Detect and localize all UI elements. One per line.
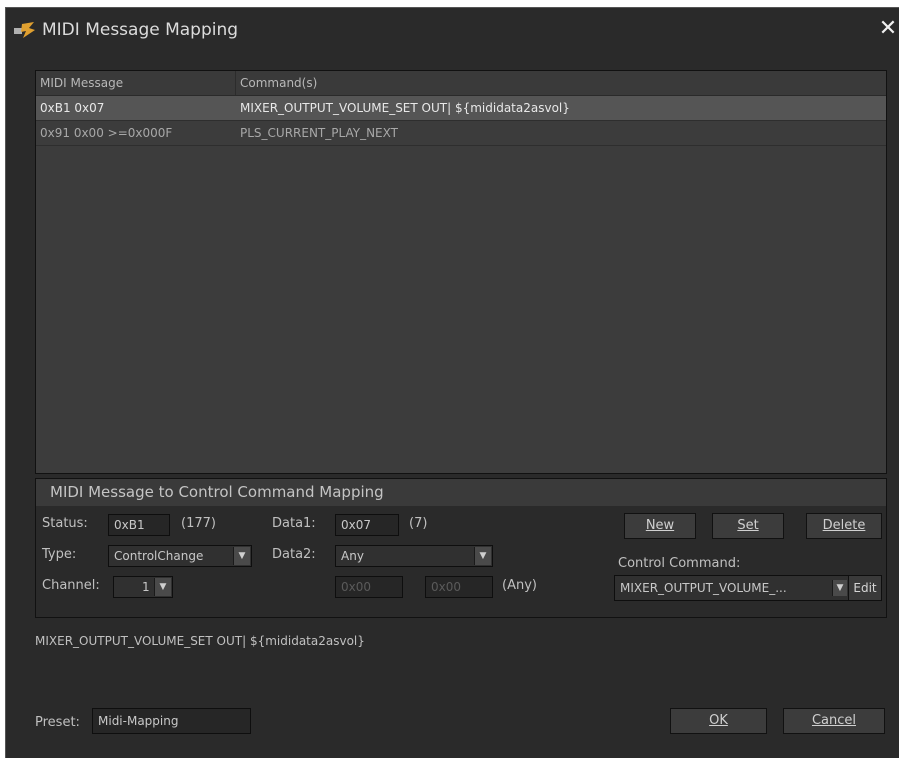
- title-bar: MIDI Message Mapping ✕: [6, 8, 899, 53]
- control-command-value: MIXER_OUTPUT_VOLUME_...: [620, 581, 787, 595]
- chevron-down-icon: ▼: [233, 547, 250, 565]
- mapping-group: MIDI Message to Control Command Mapping …: [35, 478, 887, 618]
- status-field[interactable]: 0xB1: [108, 514, 170, 536]
- data1-decimal: (7): [409, 516, 428, 531]
- chevron-down-icon: ▼: [154, 578, 171, 596]
- column-header-commands[interactable]: Command(s): [236, 71, 886, 95]
- control-command-label: Control Command:: [618, 556, 741, 571]
- control-command-select[interactable]: MIXER_OUTPUT_VOLUME_... ▼ Edit: [614, 575, 882, 601]
- new-button[interactable]: New: [624, 513, 696, 539]
- midi-mapping-dialog: MIDI Message Mapping ✕ MIDI Message Comm…: [5, 7, 899, 758]
- data2-value: Any: [341, 549, 364, 563]
- column-header-midi-message[interactable]: MIDI Message: [36, 71, 236, 95]
- chevron-down-icon: ▼: [474, 547, 491, 565]
- range-to-field: 0x00: [425, 576, 493, 598]
- selected-command-text: MIXER_OUTPUT_VOLUME_SET OUT| ${mididata2…: [35, 634, 365, 648]
- status-decimal: (177): [181, 516, 216, 531]
- type-value: ControlChange: [114, 549, 204, 563]
- list-row[interactable]: 0xB1 0x07 MIXER_OUTPUT_VOLUME_SET OUT| $…: [36, 96, 886, 121]
- channel-select[interactable]: 1 ▼: [113, 576, 173, 598]
- set-button[interactable]: Set: [712, 513, 784, 539]
- edit-command-button[interactable]: Edit: [848, 576, 881, 600]
- range-from-field: 0x00: [335, 576, 403, 598]
- window-title: MIDI Message Mapping: [42, 20, 239, 40]
- mapping-group-title: MIDI Message to Control Command Mapping: [36, 479, 886, 506]
- data1-field[interactable]: 0x07: [335, 514, 399, 536]
- data2-select[interactable]: Any ▼: [335, 545, 493, 567]
- type-select[interactable]: ControlChange ▼: [108, 545, 252, 567]
- midi-mapping-list[interactable]: MIDI Message Command(s) 0xB1 0x07 MIXER_…: [35, 70, 887, 474]
- data1-label: Data1:: [272, 516, 316, 531]
- delete-button[interactable]: Delete: [806, 513, 882, 539]
- app-logo-icon: [14, 22, 36, 38]
- channel-value: 1: [142, 580, 150, 594]
- row-command: MIXER_OUTPUT_VOLUME_SET OUT| ${mididata2…: [240, 101, 570, 115]
- ok-button[interactable]: OK: [670, 708, 767, 734]
- close-icon[interactable]: ✕: [877, 16, 899, 42]
- range-note: (Any): [502, 578, 537, 593]
- row-command: PLS_CURRENT_PLAY_NEXT: [240, 126, 398, 140]
- type-label: Type:: [42, 547, 77, 562]
- channel-label: Channel:: [42, 578, 100, 593]
- row-midi-message: 0x91 0x00 >=0x000F: [40, 126, 173, 140]
- list-row[interactable]: 0x91 0x00 >=0x000F PLS_CURRENT_PLAY_NEXT: [36, 121, 886, 146]
- preset-field[interactable]: Midi-Mapping: [92, 708, 251, 734]
- list-header: MIDI Message Command(s): [36, 71, 886, 96]
- chevron-down-icon: ▼: [832, 580, 847, 596]
- preset-label: Preset:: [35, 715, 80, 730]
- data2-label: Data2:: [272, 547, 316, 562]
- cancel-button[interactable]: Cancel: [783, 708, 885, 734]
- row-midi-message: 0xB1 0x07: [40, 101, 105, 115]
- status-label: Status:: [42, 516, 88, 531]
